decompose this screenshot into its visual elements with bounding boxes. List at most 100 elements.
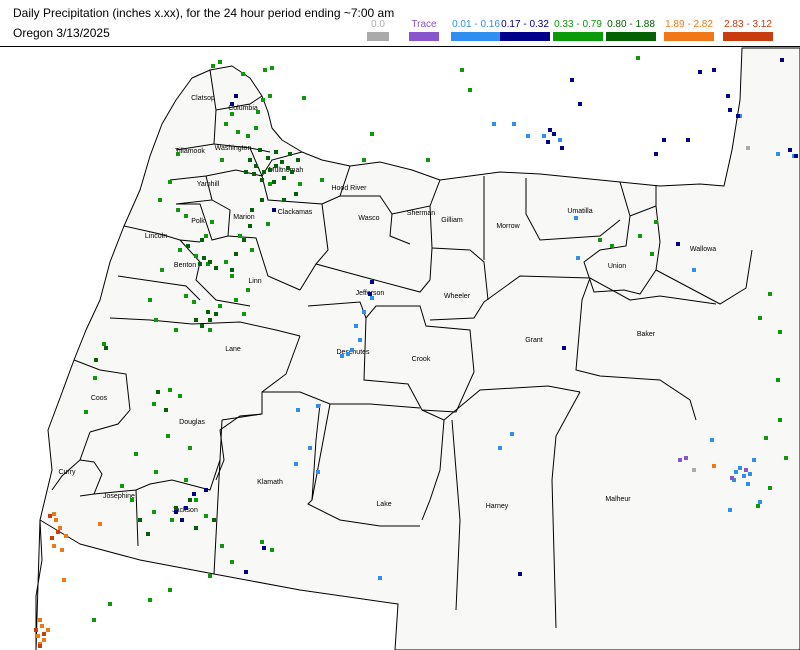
station-marker [558, 138, 562, 142]
station-marker [192, 492, 196, 496]
station-marker [570, 78, 574, 82]
station-marker [214, 266, 218, 270]
county-label: Benton [174, 262, 196, 269]
station-marker [378, 576, 382, 580]
station-marker [340, 354, 344, 358]
county-label: Clackamas [278, 209, 313, 216]
county-label: Gilliam [441, 217, 463, 224]
station-marker [756, 504, 760, 508]
station-marker [230, 268, 234, 272]
station-marker [206, 310, 210, 314]
station-marker [598, 238, 602, 242]
station-marker [208, 318, 212, 322]
station-marker [362, 158, 366, 162]
station-marker [52, 512, 56, 516]
legend-label: 0.80 - 1.88 [607, 19, 655, 30]
station-marker [316, 470, 320, 474]
county-label: Union [608, 263, 626, 270]
station-marker [184, 506, 188, 510]
county-label: Lane [225, 346, 241, 353]
county-label: Curry [58, 469, 76, 476]
station-marker [776, 378, 780, 382]
station-marker [224, 260, 228, 264]
station-marker [354, 324, 358, 328]
legend-label: 0.17 - 0.32 [501, 19, 549, 30]
station-marker [518, 572, 522, 576]
county-label: Lake [376, 501, 391, 508]
station-marker [296, 158, 300, 162]
station-marker [282, 198, 286, 202]
station-marker [738, 466, 742, 470]
station-marker [168, 180, 172, 184]
station-marker [728, 508, 732, 512]
station-marker [204, 488, 208, 492]
county-label: Baker [637, 331, 656, 338]
station-marker [712, 68, 716, 72]
station-marker [510, 432, 514, 436]
station-marker [166, 434, 170, 438]
station-marker [234, 252, 238, 256]
station-marker [576, 256, 580, 260]
oregon-map: ClatsopColumbiaWashingtonTillamookYamhil… [34, 47, 800, 650]
station-marker [241, 72, 245, 76]
station-marker [138, 518, 142, 522]
station-marker [211, 64, 215, 68]
station-marker [148, 298, 152, 302]
county-label: Hood River [331, 185, 367, 192]
station-marker [370, 280, 374, 284]
station-marker [692, 268, 696, 272]
station-marker [692, 468, 696, 472]
station-marker [320, 178, 324, 182]
station-marker [202, 256, 206, 260]
station-marker [676, 242, 680, 246]
station-marker [686, 138, 690, 142]
station-marker [40, 624, 44, 628]
station-marker [262, 170, 266, 174]
station-marker [250, 248, 254, 252]
station-marker [788, 148, 792, 152]
station-marker [104, 346, 108, 350]
map-subtitle: Oregon 3/13/2025 [13, 26, 110, 40]
station-marker [294, 192, 298, 196]
state-outline [35, 47, 800, 650]
legend-swatch [606, 32, 656, 41]
station-marker [158, 198, 162, 202]
station-marker [194, 526, 198, 530]
station-marker [256, 110, 260, 114]
station-marker [260, 540, 264, 544]
station-marker [294, 462, 298, 466]
county-label: Douglas [179, 419, 205, 426]
station-marker [368, 292, 372, 296]
station-marker [726, 94, 730, 98]
station-marker [152, 402, 156, 406]
station-marker [290, 170, 294, 174]
legend-swatch [367, 32, 389, 41]
station-marker [778, 418, 782, 422]
station-marker [758, 316, 762, 320]
station-marker [778, 330, 782, 334]
legend-label: Trace [411, 19, 437, 30]
station-marker [784, 456, 788, 460]
station-marker [230, 102, 234, 106]
station-marker [246, 134, 250, 138]
station-marker [154, 318, 158, 322]
station-marker [242, 312, 246, 316]
station-marker [46, 628, 50, 632]
station-marker [370, 132, 374, 136]
station-marker [192, 300, 196, 304]
station-marker [56, 530, 60, 534]
county-label: Crook [412, 356, 431, 363]
station-marker [746, 482, 750, 486]
station-marker [552, 132, 556, 136]
legend-swatch [553, 32, 603, 41]
county-label: Wallowa [690, 246, 716, 253]
station-marker [218, 304, 222, 308]
station-marker [268, 168, 272, 172]
station-marker [266, 222, 270, 226]
station-marker [578, 102, 582, 106]
station-marker [288, 152, 292, 156]
county-label: Columbia [228, 105, 258, 112]
station-marker [752, 458, 756, 462]
station-marker [42, 638, 46, 642]
station-marker [780, 58, 784, 62]
